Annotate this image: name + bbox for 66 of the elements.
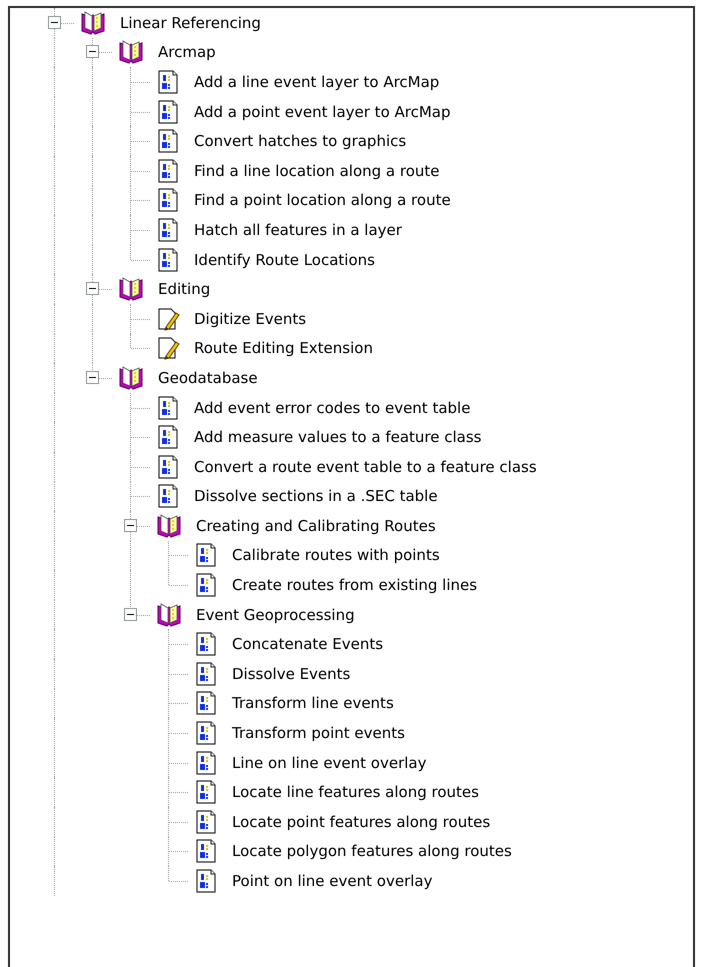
- page-icon: [194, 721, 218, 746]
- tree-item[interactable]: Geodatabase: [156, 368, 260, 388]
- book-icon: [156, 514, 182, 538]
- tree-item[interactable]: Locate point features along routes: [230, 812, 492, 832]
- tree-item[interactable]: Convert a route event table to a feature class: [192, 456, 539, 477]
- tree-item[interactable]: Locate line features along routes: [230, 782, 481, 802]
- tree-item[interactable]: Locate polygon features along routes: [230, 841, 514, 862]
- page-icon: [156, 218, 180, 242]
- page-icon: [156, 396, 180, 420]
- page-icon: [194, 750, 218, 775]
- page-icon: [194, 691, 218, 716]
- tree-item[interactable]: Add measure values to a feature class: [192, 427, 484, 448]
- tree-item[interactable]: Convert hatches to graphics: [192, 131, 408, 152]
- collapse-button[interactable]: [124, 518, 137, 532]
- collapse-button[interactable]: [86, 370, 99, 384]
- tree-item[interactable]: Add a point event layer to ArcMap: [192, 102, 453, 122]
- page-icon: [194, 632, 218, 656]
- book-icon: [118, 366, 144, 390]
- page-icon: [194, 839, 218, 864]
- pencil-page-icon: [156, 306, 180, 331]
- pencil-page-icon: [156, 336, 180, 360]
- page-icon: [156, 70, 180, 94]
- tree-item[interactable]: Transform point events: [230, 723, 407, 744]
- book-icon: [118, 40, 144, 64]
- tree-item[interactable]: Route Editing Extension: [192, 338, 375, 358]
- tree-item[interactable]: Arcmap: [156, 42, 218, 62]
- page-icon: [156, 129, 180, 154]
- page-icon: [156, 484, 180, 508]
- tree-item[interactable]: Concatenate Events: [230, 634, 386, 654]
- tree-item[interactable]: Find a point location along a route: [192, 190, 453, 210]
- collapse-button[interactable]: [86, 282, 99, 296]
- page-icon: [156, 188, 180, 212]
- tree-item[interactable]: Digitize Events: [192, 308, 308, 329]
- tree-item[interactable]: Create routes from existing lines: [230, 575, 480, 596]
- collapse-button[interactable]: [48, 16, 61, 29]
- page-icon: [156, 454, 180, 479]
- tree-item[interactable]: Event Geoprocessing: [194, 604, 357, 625]
- book-icon: [80, 10, 106, 35]
- book-icon: [118, 277, 144, 302]
- tree-item[interactable]: Find a line location along a route: [192, 160, 442, 181]
- tree-item[interactable]: Line on line event overlay: [230, 752, 428, 773]
- tree-item[interactable]: Add a line event layer to ArcMap: [192, 72, 442, 92]
- collapse-button[interactable]: [86, 45, 99, 58]
- tree-item[interactable]: Calibrate routes with points: [230, 545, 442, 566]
- tree-item[interactable]: Dissolve sections in a .SEC table: [192, 486, 440, 506]
- page-icon: [156, 100, 180, 124]
- page-icon: [194, 573, 218, 598]
- collapse-button[interactable]: [124, 608, 137, 621]
- tree-item[interactable]: Add event error codes to event table: [192, 398, 472, 418]
- page-icon: [194, 543, 218, 568]
- page-icon: [194, 810, 218, 834]
- page-icon: [156, 158, 180, 183]
- page-icon: [156, 248, 180, 272]
- tree-item[interactable]: Identify Route Locations: [192, 250, 377, 270]
- tree-item[interactable]: Editing: [156, 279, 212, 300]
- page-icon: [194, 662, 218, 686]
- tree-item[interactable]: Creating and Calibrating Routes: [194, 516, 438, 536]
- page-icon: [194, 869, 218, 894]
- tree-item[interactable]: Dissolve Events: [230, 664, 352, 684]
- page-icon: [194, 780, 218, 804]
- tree-item[interactable]: Transform line events: [230, 693, 396, 714]
- tree-item[interactable]: Point on line event overlay: [230, 871, 434, 892]
- tree-item[interactable]: Linear Referencing: [118, 12, 263, 33]
- tree-item[interactable]: Hatch all features in a layer: [192, 220, 404, 240]
- page-icon: [156, 425, 180, 450]
- book-icon: [156, 602, 182, 627]
